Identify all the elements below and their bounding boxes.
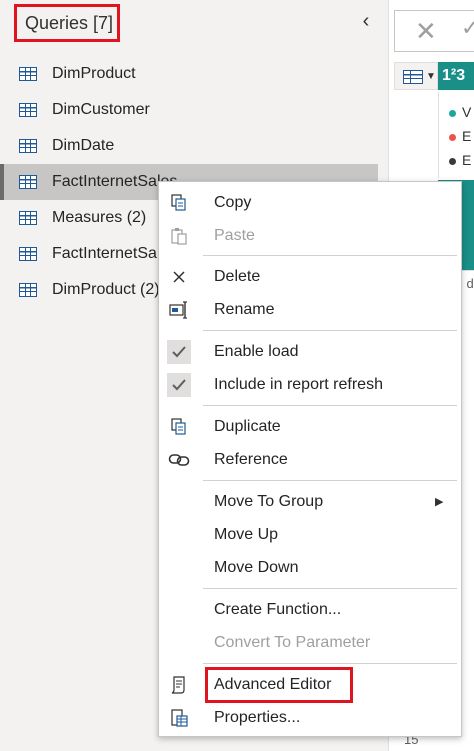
empty-dot-icon	[449, 157, 456, 165]
menu-divider	[203, 588, 457, 589]
menu-label: Reference	[214, 450, 288, 468]
checkmark-icon	[163, 335, 195, 368]
menu-label: Move Up	[214, 525, 279, 543]
query-label: Measures (2)	[52, 209, 147, 226]
table-options-button[interactable]: ▼	[394, 62, 438, 90]
menu-label: Move To Group	[214, 492, 324, 510]
menu-divider	[203, 330, 457, 331]
duplicate-icon	[163, 410, 195, 443]
table-icon	[19, 283, 37, 297]
menu-item-duplicate[interactable]: Duplicate	[159, 410, 461, 443]
table-icon	[19, 247, 37, 261]
query-label: DimProduct (2)	[52, 281, 160, 298]
table-icon	[19, 67, 37, 81]
query-label: DimCustomer	[52, 101, 150, 118]
menu-divider	[203, 405, 457, 406]
menu-label: Enable load	[214, 342, 299, 360]
menu-divider	[203, 255, 457, 256]
menu-item-copy[interactable]: Copy	[159, 186, 461, 219]
query-label: DimDate	[52, 137, 115, 154]
context-menu: Copy Paste Delete Rename Enable load Inc…	[158, 181, 462, 737]
menu-label: Rename	[214, 300, 275, 318]
menu-label: Convert To Parameter	[214, 633, 371, 651]
highlight-box	[205, 667, 353, 703]
table-icon	[403, 70, 423, 84]
script-icon	[163, 668, 195, 701]
column-type-icon[interactable]: 1²3	[442, 67, 465, 85]
valid-dot-icon	[449, 109, 456, 117]
query-item-dimproduct[interactable]: DimProduct	[0, 56, 378, 92]
collapse-pane-button[interactable]: ‹	[357, 10, 375, 32]
table-icon	[19, 103, 37, 117]
menu-divider	[203, 480, 457, 481]
menu-label: Create Function...	[214, 600, 342, 618]
menu-item-rename[interactable]: Rename	[159, 293, 461, 326]
truncated-text: i d	[460, 276, 474, 291]
close-icon	[163, 260, 195, 293]
menu-item-enable-load[interactable]: Enable load	[159, 335, 461, 368]
checkmark-icon	[163, 368, 195, 401]
menu-label: Paste	[214, 226, 255, 244]
menu-label: Duplicate	[214, 417, 281, 435]
menu-item-convert-parameter[interactable]: Convert To Parameter	[159, 626, 461, 659]
table-icon	[19, 139, 37, 153]
commit-formula-button[interactable]: ✓	[461, 15, 474, 41]
query-item-dimcustomer[interactable]: DimCustomer	[0, 92, 378, 128]
chevron-down-icon: ▼	[426, 71, 436, 82]
menu-label: Delete	[214, 267, 261, 285]
error-dot-icon	[449, 133, 456, 141]
menu-item-properties[interactable]: Properties...	[159, 701, 461, 734]
paste-icon	[163, 219, 195, 252]
menu-item-paste[interactable]: Paste	[159, 219, 461, 252]
menu-divider	[203, 663, 457, 664]
menu-label: Copy	[214, 193, 252, 211]
chevron-right-icon: ▶	[435, 496, 444, 508]
menu-label: Move Down	[214, 558, 299, 576]
copy-icon	[163, 186, 195, 219]
menu-item-include-refresh[interactable]: Include in report refresh	[159, 368, 461, 401]
formula-bar: ✕ ✓	[394, 10, 474, 52]
column-header[interactable]: 1²3	[438, 62, 474, 90]
link-icon	[163, 443, 195, 476]
menu-item-create-function[interactable]: Create Function...	[159, 593, 461, 626]
cancel-formula-button[interactable]: ✕	[415, 17, 437, 45]
quality-valid: V	[449, 104, 471, 120]
menu-item-move-down[interactable]: Move Down	[159, 551, 461, 584]
query-item-dimdate[interactable]: DimDate	[0, 128, 378, 164]
queries-header: Queries [7]	[14, 4, 120, 42]
table-icon	[19, 175, 37, 189]
quality-empty: E	[449, 152, 471, 168]
menu-item-delete[interactable]: Delete	[159, 260, 461, 293]
quality-error: E	[449, 128, 471, 144]
menu-item-move-up[interactable]: Move Up	[159, 518, 461, 551]
menu-item-reference[interactable]: Reference	[159, 443, 461, 476]
query-label: DimProduct	[52, 65, 136, 82]
column-quality: V E E	[438, 92, 474, 178]
menu-label: Include in report refresh	[214, 375, 383, 393]
menu-label: Properties...	[214, 708, 301, 726]
table-icon	[19, 211, 37, 225]
properties-icon	[163, 701, 195, 734]
menu-item-move-to-group[interactable]: Move To Group ▶	[159, 485, 461, 518]
rename-icon	[163, 293, 195, 326]
